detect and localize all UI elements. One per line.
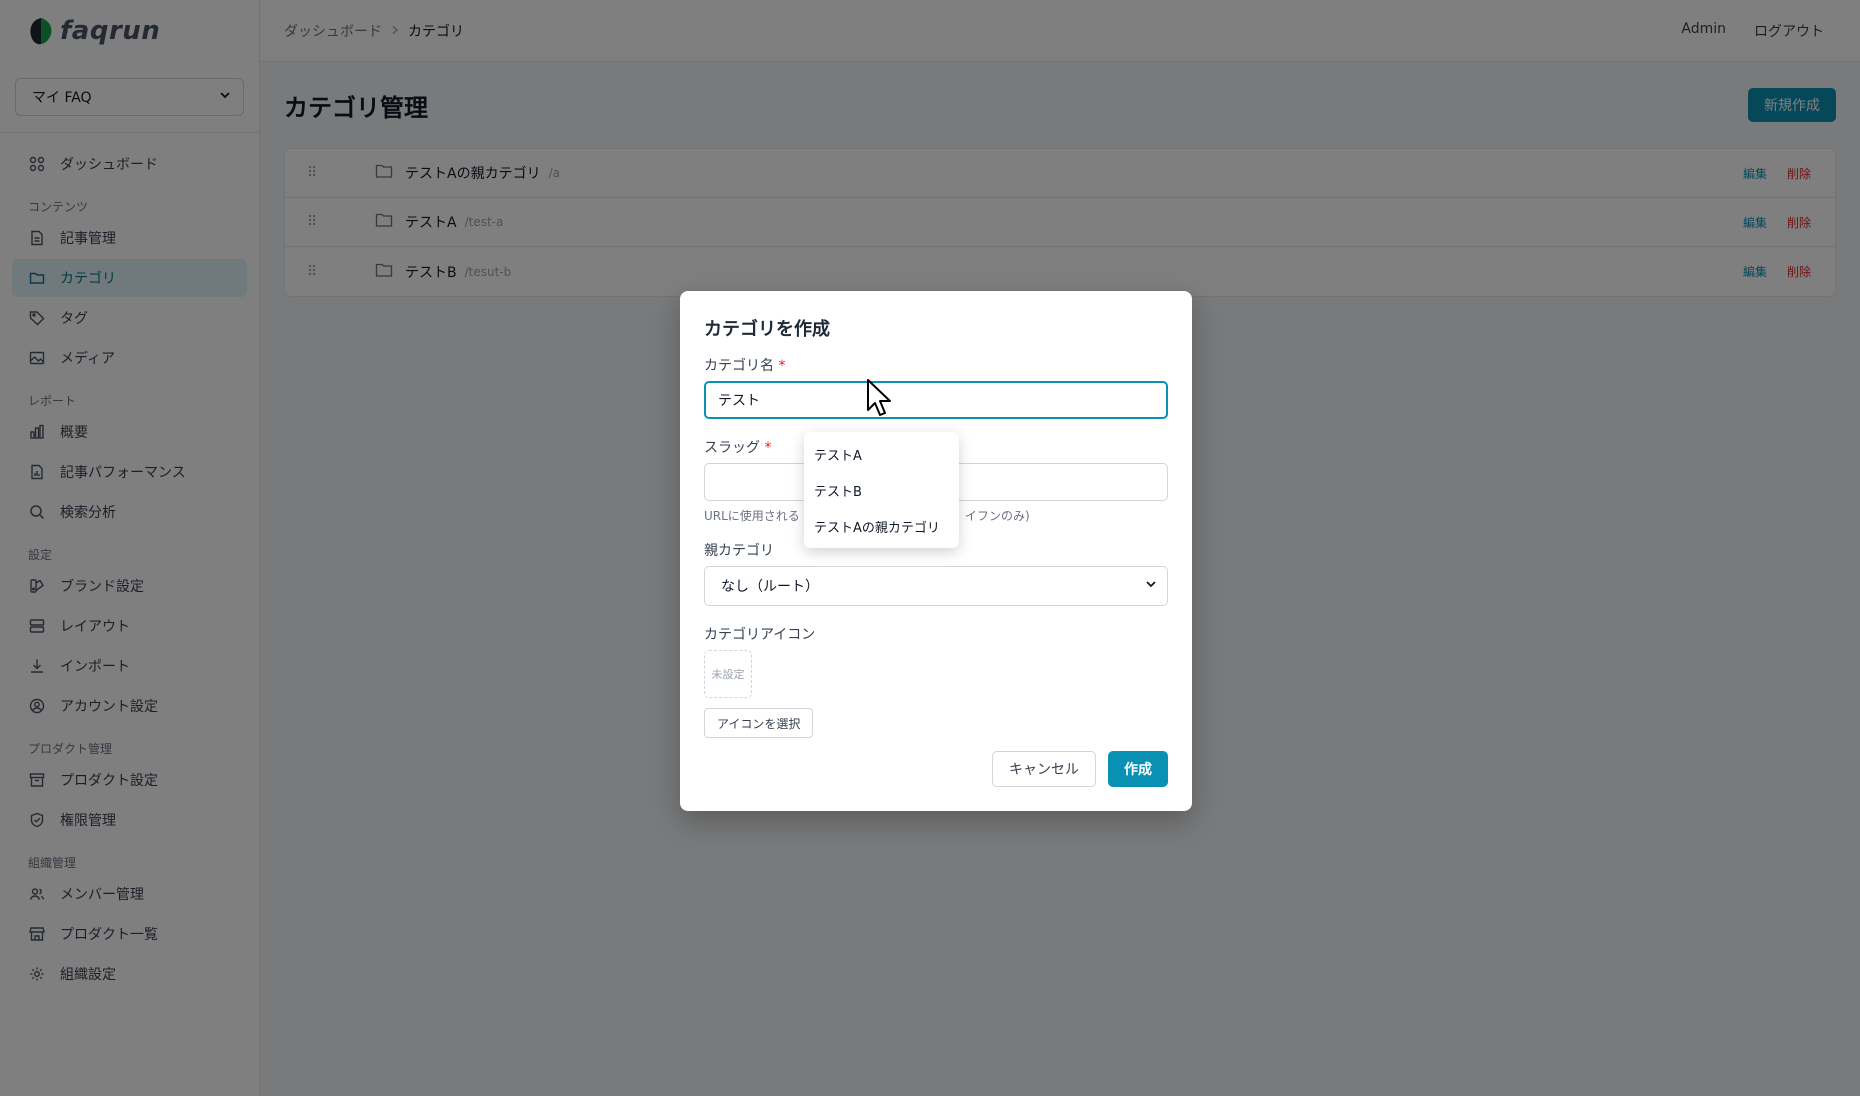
cancel-button[interactable]: キャンセル [992, 751, 1096, 787]
autocomplete-option[interactable]: テストAの親カテゴリ [804, 508, 959, 544]
name-label-text: カテゴリ名 [704, 358, 774, 374]
autocomplete-option[interactable]: テストB [804, 472, 959, 508]
category-name-value: テスト [718, 393, 760, 409]
mouse-cursor-icon [867, 379, 891, 416]
create-category-modal: カテゴリを作成 カテゴリ名 * テスト スラッグ * URLに使用される イフンの… [680, 291, 1192, 811]
autocomplete-option[interactable]: テストA [804, 436, 959, 472]
parent-category-value: なし（ルート） [721, 579, 819, 595]
chevron-down-icon [1145, 578, 1157, 594]
required-mark: * [778, 358, 786, 374]
modal-footer: キャンセル 作成 [992, 751, 1168, 787]
parent-category-select[interactable]: なし（ルート） [704, 566, 1168, 606]
select-icon-button[interactable]: アイコンを選択 [704, 708, 814, 738]
autocomplete-dropdown: テストA テストB テストAの親カテゴリ [804, 432, 959, 548]
icon-field-label: カテゴリアイコン [704, 627, 816, 643]
slug-hint-tail: イフンのみ) [964, 509, 1030, 523]
category-icon-preview: 未設定 [704, 650, 752, 698]
modal-title: カテゴリを作成 [704, 319, 830, 340]
slug-hint-head: URLに使用される [704, 509, 800, 523]
name-field-label: カテゴリ名 * [704, 355, 1168, 375]
slug-label-text: スラッグ [704, 440, 760, 456]
category-name-input[interactable]: テスト [704, 381, 1168, 419]
create-button[interactable]: 作成 [1108, 751, 1168, 787]
required-mark: * [764, 440, 772, 456]
